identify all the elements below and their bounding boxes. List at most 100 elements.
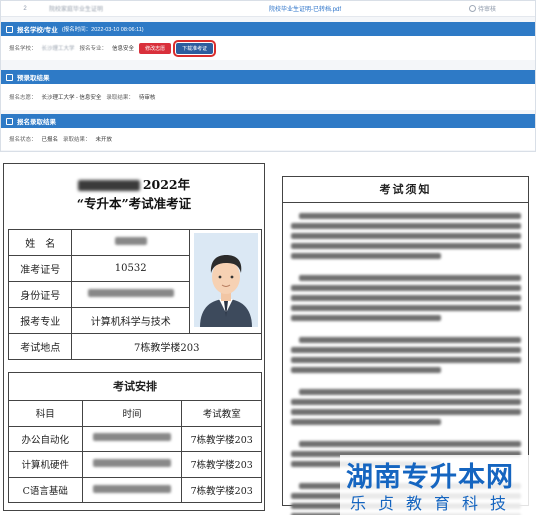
choice-label: 报名志愿： (9, 95, 37, 101)
site-watermark: 湖南专升本网 乐贞教育科技 (340, 455, 536, 515)
room-cell: 7栋教学楼203 (181, 451, 262, 478)
file-status: 待审核 (469, 4, 529, 13)
ticket-info-table: 姓 名 准考证号 10532 身份证号 报考专业 计算机科学与技术 考试地点 7… (7, 229, 262, 360)
table-row: C语言基础 7栋教学楼203 (8, 476, 262, 504)
subject-cell: C语言基础 (8, 476, 83, 504)
location-label: 考试地点 (7, 333, 73, 360)
table-header-row: 科目 时间 考试教室 (8, 400, 262, 427)
major-label: 报名专业： (79, 46, 108, 52)
major-value: 计算机科学与技术 (71, 307, 190, 334)
notice-text-line (291, 295, 521, 301)
redacted-time (92, 458, 171, 467)
notice-text-line (291, 409, 521, 415)
result-value: 未开放 (95, 137, 113, 143)
id-number-label: 身份证号 (7, 281, 73, 308)
clock-icon (469, 5, 476, 12)
admission-ticket: 2022年 “专升本”考试准考证 姓 名 准考证号 10532 身份证号 报考专… (3, 163, 265, 511)
file-doc-name: 院校家庭毕业生证明 (49, 7, 104, 13)
redacted-time (92, 484, 171, 493)
schedule-title: 考试安排 (8, 372, 262, 401)
result-section-header: 报名录取结果 (1, 114, 535, 128)
school-label: 报名学校： (9, 46, 37, 52)
id-number-value (71, 281, 190, 308)
room-cell: 7栋教学楼203 (181, 425, 262, 453)
notice-text-line (291, 233, 521, 239)
redacted-id (87, 289, 174, 297)
pre-result-section-body: 报名志愿： 长沙理工大学 - 信息安全 录取结果： 待审核 (1, 84, 535, 110)
notice-text-line (291, 347, 521, 353)
location-value: 7栋教学楼203 (71, 333, 262, 360)
time-cell (81, 425, 183, 453)
schedule-table: 科目 时间 考试教室 办公自动化 7栋教学楼203 计算机硬件 7栋教学楼203… (8, 400, 262, 504)
notice-text-line (291, 243, 521, 249)
file-index: 2 (23, 5, 27, 12)
modify-choice-button[interactable]: 修改志愿 (139, 42, 172, 54)
pre-result-value: 待审核 (138, 95, 156, 101)
table-row: 办公自动化 7栋教学楼203 (8, 425, 262, 453)
table-row: 计算机硬件 7栋教学楼203 (8, 451, 262, 478)
photo-cell (189, 229, 262, 334)
pre-result-title: 预录取结果 (17, 75, 50, 82)
major-value: 信息安全 (112, 46, 135, 52)
download-ticket-button[interactable]: 下载准考证 (173, 39, 217, 57)
status-label: 报名状态： (9, 137, 37, 143)
column-header: 考试教室 (181, 400, 262, 427)
file-status-text: 待审核 (478, 7, 497, 13)
ticket-title: 2022年 (4, 176, 264, 194)
ticket-year: 2022年 (142, 177, 191, 192)
subject-cell: 办公自动化 (8, 425, 83, 453)
name-label: 姓 名 (7, 229, 73, 256)
major-label: 报考专业 (7, 307, 73, 334)
status-value: 已报名 (41, 137, 59, 143)
pre-result-label: 录取结果： (106, 95, 134, 101)
time-cell (81, 451, 183, 478)
table-row: 考试地点 7栋教学楼203 (7, 333, 262, 360)
notice-text-line (291, 399, 521, 405)
file-link[interactable]: 院校毕业生证明-已转档.pdf (269, 4, 469, 13)
redacted-time (92, 433, 171, 442)
name-value (71, 229, 190, 256)
ticket-number-label: 准考证号 (7, 255, 73, 282)
section-icon (6, 117, 13, 125)
school-value: 长沙理工大学 (41, 46, 75, 52)
choice-value: 长沙理工大学 - 信息安全 (41, 95, 102, 101)
notice-text-line (291, 285, 521, 291)
section-icon (6, 73, 13, 81)
notice-text-line (299, 389, 521, 395)
room-cell: 7栋教学楼203 (181, 476, 262, 504)
result-label: 录取结果： (63, 137, 91, 143)
notice-text-line (291, 253, 441, 259)
ticket-subtitle: “专升本”考试准考证 (76, 196, 192, 211)
result-section-title: 报名录取结果 (17, 119, 56, 126)
apply-time: (报名时间：2022-03-10 08:06:11) (61, 27, 144, 33)
school-section-header: 报名学校/专业 (报名时间：2022-03-10 08:06:11) (1, 22, 535, 36)
pre-result-section-header: 预录取结果 (1, 70, 535, 84)
notice-text-line (291, 419, 441, 425)
notice-text-line (291, 305, 521, 311)
avatar-photo (193, 233, 258, 327)
notice-text-line (291, 315, 441, 321)
portal-screenshot: 2 院校家庭毕业生证明 院校毕业生证明-已转档.pdf 待审核 报名学校/专业 … (0, 0, 536, 152)
subject-cell: 计算机硬件 (8, 451, 83, 478)
column-header: 时间 (81, 400, 183, 427)
notice-title: 考试须知 (283, 177, 528, 203)
redacted-name (114, 237, 147, 245)
school-section-body: 报名学校： 长沙理工大学 报名专业： 信息安全 修改志愿 下载准考证 (1, 36, 535, 60)
table-row: 姓 名 (7, 229, 262, 334)
university-name-redacted (77, 180, 140, 191)
watermark-title: 湖南专升本网 (346, 462, 514, 493)
file-row: 2 院校家庭毕业生证明 院校毕业生证明-已转档.pdf 待审核 (1, 1, 535, 17)
notice-text-line (291, 357, 521, 363)
time-cell (81, 476, 183, 504)
result-section-body: 报名状态： 已报名 录取结果： 未开放 (1, 128, 535, 150)
section-icon (6, 25, 13, 33)
column-header: 科目 (8, 400, 83, 427)
notice-text-line (291, 223, 521, 229)
notice-text-line (299, 337, 521, 343)
notice-text-line (291, 367, 441, 373)
school-section-title: 报名学校/专业 (17, 27, 58, 34)
notice-text-line (299, 441, 521, 447)
notice-text-line (299, 213, 521, 219)
watermark-subtitle: 乐贞教育科技 (350, 494, 519, 513)
ticket-number-value: 10532 (71, 255, 190, 282)
